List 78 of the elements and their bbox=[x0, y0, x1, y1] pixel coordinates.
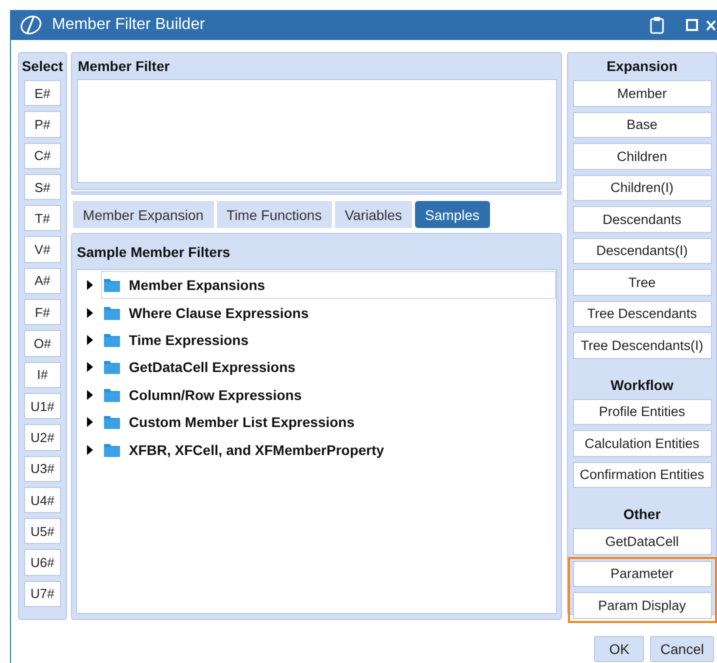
option-button[interactable]: Tree Descendants(I) bbox=[572, 332, 712, 358]
option-button[interactable]: Children(I) bbox=[572, 174, 712, 201]
tree-item[interactable]: Column/Row Expressions bbox=[100, 380, 556, 409]
tree-item[interactable]: Time Expressions bbox=[100, 326, 556, 354]
option-button[interactable]: Member bbox=[572, 80, 712, 106]
expand-icon[interactable] bbox=[84, 334, 95, 346]
select-button[interactable]: U1# bbox=[24, 392, 61, 420]
window-title: Member Filter Builder bbox=[52, 16, 205, 34]
select-button[interactable]: U4# bbox=[24, 486, 61, 514]
option-button[interactable]: Profile Entities bbox=[572, 398, 712, 425]
option-button[interactable]: Tree Descendants bbox=[572, 300, 712, 327]
folder-icon bbox=[104, 332, 120, 347]
select-button[interactable]: U5# bbox=[24, 518, 61, 544]
expand-icon[interactable] bbox=[84, 279, 95, 292]
logo-icon bbox=[19, 14, 43, 36]
option-button[interactable]: Param Display bbox=[572, 592, 712, 618]
section-heading: Expansion bbox=[606, 57, 678, 75]
cancel-button[interactable]: Cancel bbox=[650, 636, 714, 662]
panel-heading: Member Filter bbox=[76, 57, 171, 75]
option-button[interactable]: Descendants(I) bbox=[572, 238, 712, 264]
folder-icon bbox=[104, 306, 120, 320]
select-button[interactable]: E# bbox=[24, 80, 61, 106]
select-button[interactable]: S# bbox=[24, 174, 61, 200]
folder-icon bbox=[104, 278, 120, 292]
member-filter-input[interactable] bbox=[76, 79, 557, 182]
folder-icon bbox=[104, 415, 120, 430]
maximize-icon[interactable] bbox=[686, 19, 698, 31]
tree-item-label: GetDataCell Expressions bbox=[128, 359, 296, 376]
tree-item[interactable]: GetDataCell Expressions bbox=[100, 353, 556, 382]
folder-icon bbox=[104, 388, 120, 402]
section-heading: Other bbox=[623, 505, 661, 523]
select-button[interactable]: V# bbox=[24, 236, 61, 263]
option-button[interactable]: Calculation Entities bbox=[572, 430, 712, 456]
select-button[interactable]: U2# bbox=[24, 424, 61, 451]
option-button[interactable]: Tree bbox=[572, 269, 712, 296]
select-button[interactable]: U3# bbox=[24, 456, 61, 482]
tree-item[interactable]: Member Expansions bbox=[100, 271, 556, 300]
tree-item-label: Custom Member List Expressions bbox=[128, 414, 355, 430]
expand-icon[interactable] bbox=[84, 416, 95, 428]
tab[interactable]: Variables bbox=[334, 201, 412, 228]
folder-icon bbox=[104, 360, 120, 374]
select-button[interactable]: U6# bbox=[24, 549, 61, 576]
select-button[interactable]: C# bbox=[24, 142, 61, 169]
option-button[interactable]: Children bbox=[572, 143, 712, 170]
folder-icon bbox=[104, 442, 120, 457]
tree-item-label: Time Expressions bbox=[128, 332, 248, 348]
panel-heading: Select bbox=[22, 57, 64, 75]
tab[interactable]: Member Expansion bbox=[72, 201, 214, 228]
clipboard-icon[interactable] bbox=[650, 16, 664, 34]
option-button[interactable]: GetDataCell bbox=[572, 528, 712, 554]
option-button[interactable]: Confirmation Entities bbox=[572, 462, 712, 488]
panel-heading: Sample Member Filters bbox=[76, 243, 232, 262]
select-button[interactable]: U7# bbox=[24, 580, 61, 608]
expand-icon[interactable] bbox=[84, 361, 95, 374]
tree-item[interactable]: XFBR, XFCell, and XFMemberProperty bbox=[100, 436, 556, 464]
tree-item[interactable]: Where Clause Expressions bbox=[100, 298, 556, 327]
expand-icon[interactable] bbox=[84, 388, 95, 401]
select-button[interactable]: A# bbox=[24, 268, 61, 294]
select-button[interactable]: T# bbox=[24, 205, 61, 232]
section-heading: Workflow bbox=[610, 376, 674, 394]
option-button[interactable]: Descendants bbox=[572, 206, 712, 232]
expand-icon[interactable] bbox=[84, 306, 95, 319]
ok-button[interactable]: OK bbox=[594, 636, 644, 662]
expand-icon[interactable] bbox=[84, 444, 95, 456]
tab[interactable]: Time Functions bbox=[216, 201, 332, 228]
option-button[interactable]: Parameter bbox=[572, 560, 712, 587]
tree-item[interactable]: Custom Member List Expressions bbox=[100, 408, 556, 436]
select-button[interactable]: F# bbox=[24, 299, 61, 326]
option-button[interactable]: Base bbox=[572, 112, 712, 138]
select-button[interactable]: P# bbox=[24, 111, 61, 138]
tab[interactable]: Samples bbox=[415, 201, 490, 228]
select-button[interactable]: I# bbox=[24, 362, 61, 388]
tree-item-label: Member Expansions bbox=[128, 277, 266, 294]
tree-item-label: Column/Row Expressions bbox=[128, 386, 302, 403]
close-icon[interactable] bbox=[706, 20, 716, 30]
select-button[interactable]: O# bbox=[24, 330, 61, 357]
tree-item-label: Where Clause Expressions bbox=[128, 304, 309, 321]
tree-item-label: XFBR, XFCell, and XFMemberProperty bbox=[128, 442, 384, 458]
